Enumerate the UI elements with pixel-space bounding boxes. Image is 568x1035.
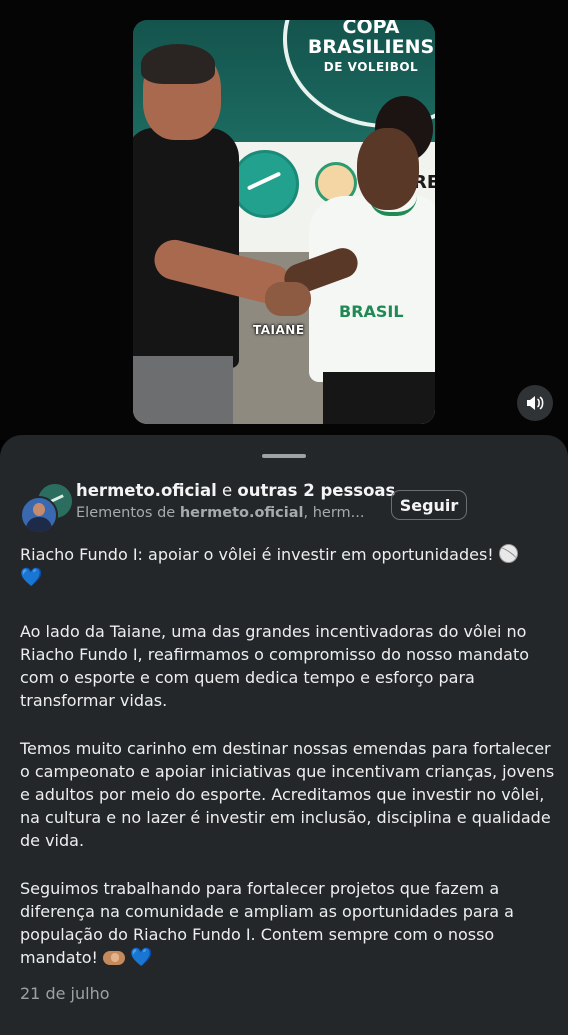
author-avatars[interactable] <box>20 482 74 534</box>
banner-title: COPA BRASILIENS DE VOLEIBOL <box>301 20 435 73</box>
post-date: 21 de julho <box>20 984 110 1003</box>
post-authors[interactable]: hermeto.oficial e outras 2 pessoas <box>76 481 395 500</box>
sheet-drag-handle[interactable] <box>262 454 306 458</box>
subtitle-prefix: Elementos de <box>76 505 180 521</box>
club-logo <box>231 150 299 218</box>
mute-button[interactable] <box>517 385 553 421</box>
caption-paragraph-2: Ao lado da Taiane, uma das grandes incen… <box>20 622 530 710</box>
volume-icon <box>527 396 544 410</box>
banner-line-3: DE VOLEIBOL <box>323 59 419 74</box>
avatar-face <box>33 503 45 516</box>
woman-head <box>357 128 419 210</box>
follow-button[interactable]: Seguir <box>391 490 467 520</box>
man-hair <box>141 44 215 84</box>
reel-video-area[interactable]: COPA BRASILIENS DE VOLEIBOL RE BRASIL TA… <box>0 0 568 440</box>
author-username[interactable]: hermeto.oficial <box>76 481 217 500</box>
banner-line-2: BRASILIENS <box>307 35 435 58</box>
paragraph-4-text: Seguimos trabalhando para fortalecer pro… <box>20 879 514 967</box>
woman-pants <box>323 372 435 424</box>
reel-video[interactable]: COPA BRASILIENS DE VOLEIBOL RE BRASIL TA… <box>133 20 435 424</box>
caption-paragraph-4: Seguimos trabalhando para fortalecer pro… <box>20 877 555 969</box>
avatar-suit <box>26 517 52 532</box>
woman-figure <box>309 196 435 382</box>
jersey-text: BRASIL <box>339 302 404 321</box>
subtitle-author[interactable]: hermeto.oficial <box>180 505 304 521</box>
subtitle-suffix: , herm... <box>303 505 365 521</box>
blue-heart-emoji-icon: 💙 <box>130 947 153 968</box>
authors-conjunction: e <box>216 481 238 500</box>
caption-paragraph-3: Temos muito carinho em destinar nossas e… <box>20 739 555 850</box>
post-subtitle[interactable]: Elementos de hermeto.oficial, herm... <box>76 505 365 521</box>
other-authors-link[interactable]: outras 2 pessoas <box>237 481 395 500</box>
caption-paragraph-1: Riacho Fundo I: apoiar o vôlei é investi… <box>20 543 555 589</box>
man-pants <box>133 356 233 424</box>
video-caption: TAIANE <box>253 323 305 337</box>
volleyball-emoji-icon <box>498 544 518 563</box>
author-avatar[interactable] <box>20 496 58 534</box>
handshake <box>265 282 311 316</box>
paragraph-1-text: Riacho Fundo I: apoiar o vôlei é investi… <box>20 545 494 564</box>
blue-heart-emoji-icon: 💙 <box>20 567 43 588</box>
handshake-emoji-icon <box>103 951 126 965</box>
